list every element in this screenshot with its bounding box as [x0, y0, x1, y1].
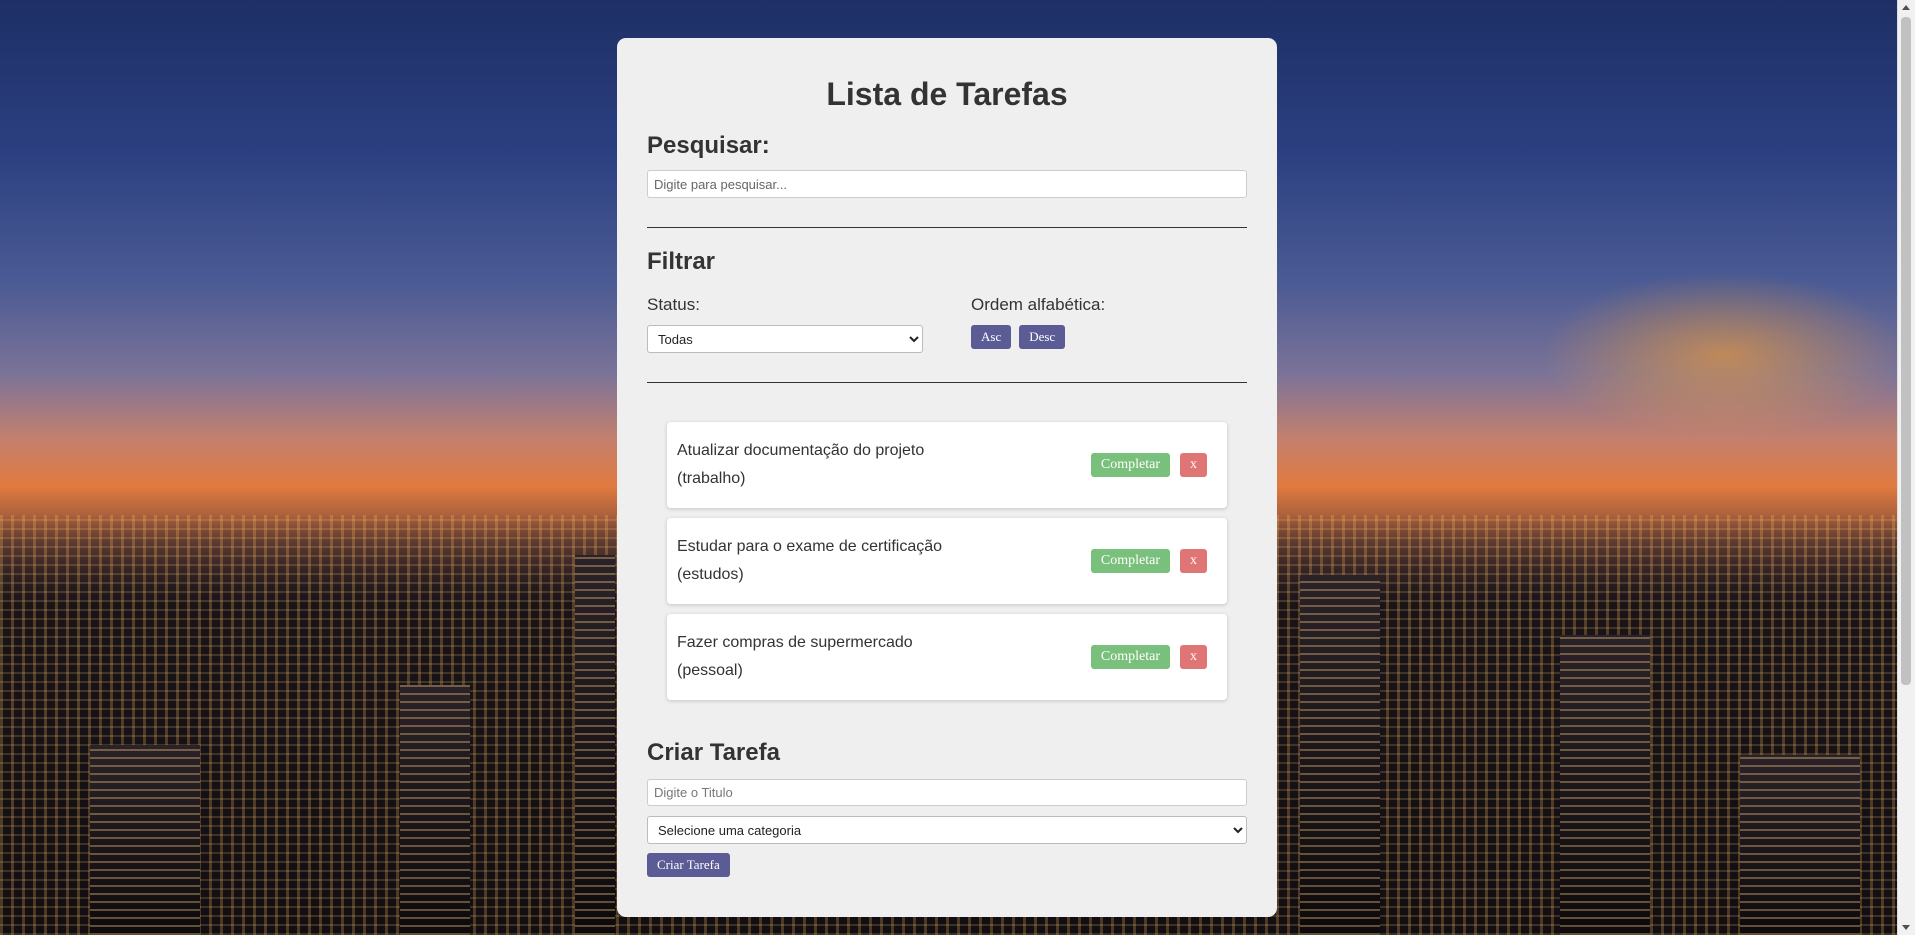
task-title: Fazer compras de supermercado — [677, 634, 913, 651]
divider — [647, 227, 1247, 228]
filter-row: Status: Todas Ordem alfabética: Asc Desc — [647, 296, 1247, 353]
status-filter: Status: Todas — [647, 296, 971, 353]
task-text: Atualizar documentação do projeto (traba… — [677, 437, 1091, 493]
task-text: Estudar para o exame de certificação (es… — [677, 533, 1091, 589]
task-item: Estudar para o exame de certificação (es… — [667, 518, 1227, 604]
delete-button[interactable]: x — [1180, 549, 1207, 573]
task-category: (trabalho) — [677, 470, 746, 487]
page-title: Lista de Tarefas — [826, 76, 1068, 112]
status-select[interactable]: Todas — [647, 325, 923, 353]
scroll-down-icon[interactable] — [1902, 925, 1910, 930]
task-text: Fazer compras de supermercado (pessoal) — [677, 629, 1091, 685]
skyscraper — [400, 685, 470, 935]
skyscraper — [1740, 755, 1860, 935]
filter-heading: Filtrar — [647, 248, 716, 275]
task-title: Atualizar documentação do projeto — [677, 442, 925, 459]
task-item: Fazer compras de supermercado (pessoal) … — [667, 614, 1227, 700]
create-heading: Criar Tarefa — [647, 739, 780, 766]
task-category: (pessoal) — [677, 662, 743, 679]
sort-filter: Ordem alfabética: Asc Desc — [971, 296, 1247, 353]
create-task-button[interactable]: Criar Tarefa — [647, 853, 730, 877]
task-item: Atualizar documentação do projeto (traba… — [667, 422, 1227, 508]
search-input[interactable] — [647, 170, 1247, 198]
complete-button[interactable]: Completar — [1090, 549, 1170, 573]
search-heading: Pesquisar: — [647, 132, 770, 159]
sort-label: Ordem alfabética: — [971, 295, 1106, 314]
todo-card: Lista de Tarefas Pesquisar: Filtrar Stat… — [617, 38, 1277, 917]
sort-desc-button[interactable]: Desc — [1019, 325, 1066, 349]
scrollbar-thumb[interactable] — [1901, 17, 1911, 685]
skyscraper — [90, 745, 200, 935]
vertical-scrollbar[interactable] — [1897, 0, 1915, 935]
task-title-input[interactable] — [647, 779, 1247, 806]
divider — [647, 382, 1247, 383]
complete-button[interactable]: Completar — [1090, 453, 1170, 477]
category-select[interactable]: Selecione uma categoria — [647, 816, 1247, 844]
skyscraper — [575, 555, 615, 935]
delete-button[interactable]: x — [1180, 645, 1207, 669]
skyscraper — [1560, 635, 1650, 935]
task-category: (estudos) — [677, 566, 744, 583]
task-title: Estudar para o exame de certificação — [677, 538, 943, 555]
scroll-up-icon[interactable] — [1902, 5, 1910, 10]
complete-button[interactable]: Completar — [1090, 645, 1170, 669]
task-list: Atualizar documentação do projeto (traba… — [647, 422, 1247, 700]
delete-button[interactable]: x — [1180, 453, 1207, 477]
skyscraper — [1300, 575, 1380, 935]
sort-asc-button[interactable]: Asc — [971, 325, 1012, 349]
status-label: Status: — [647, 295, 700, 314]
